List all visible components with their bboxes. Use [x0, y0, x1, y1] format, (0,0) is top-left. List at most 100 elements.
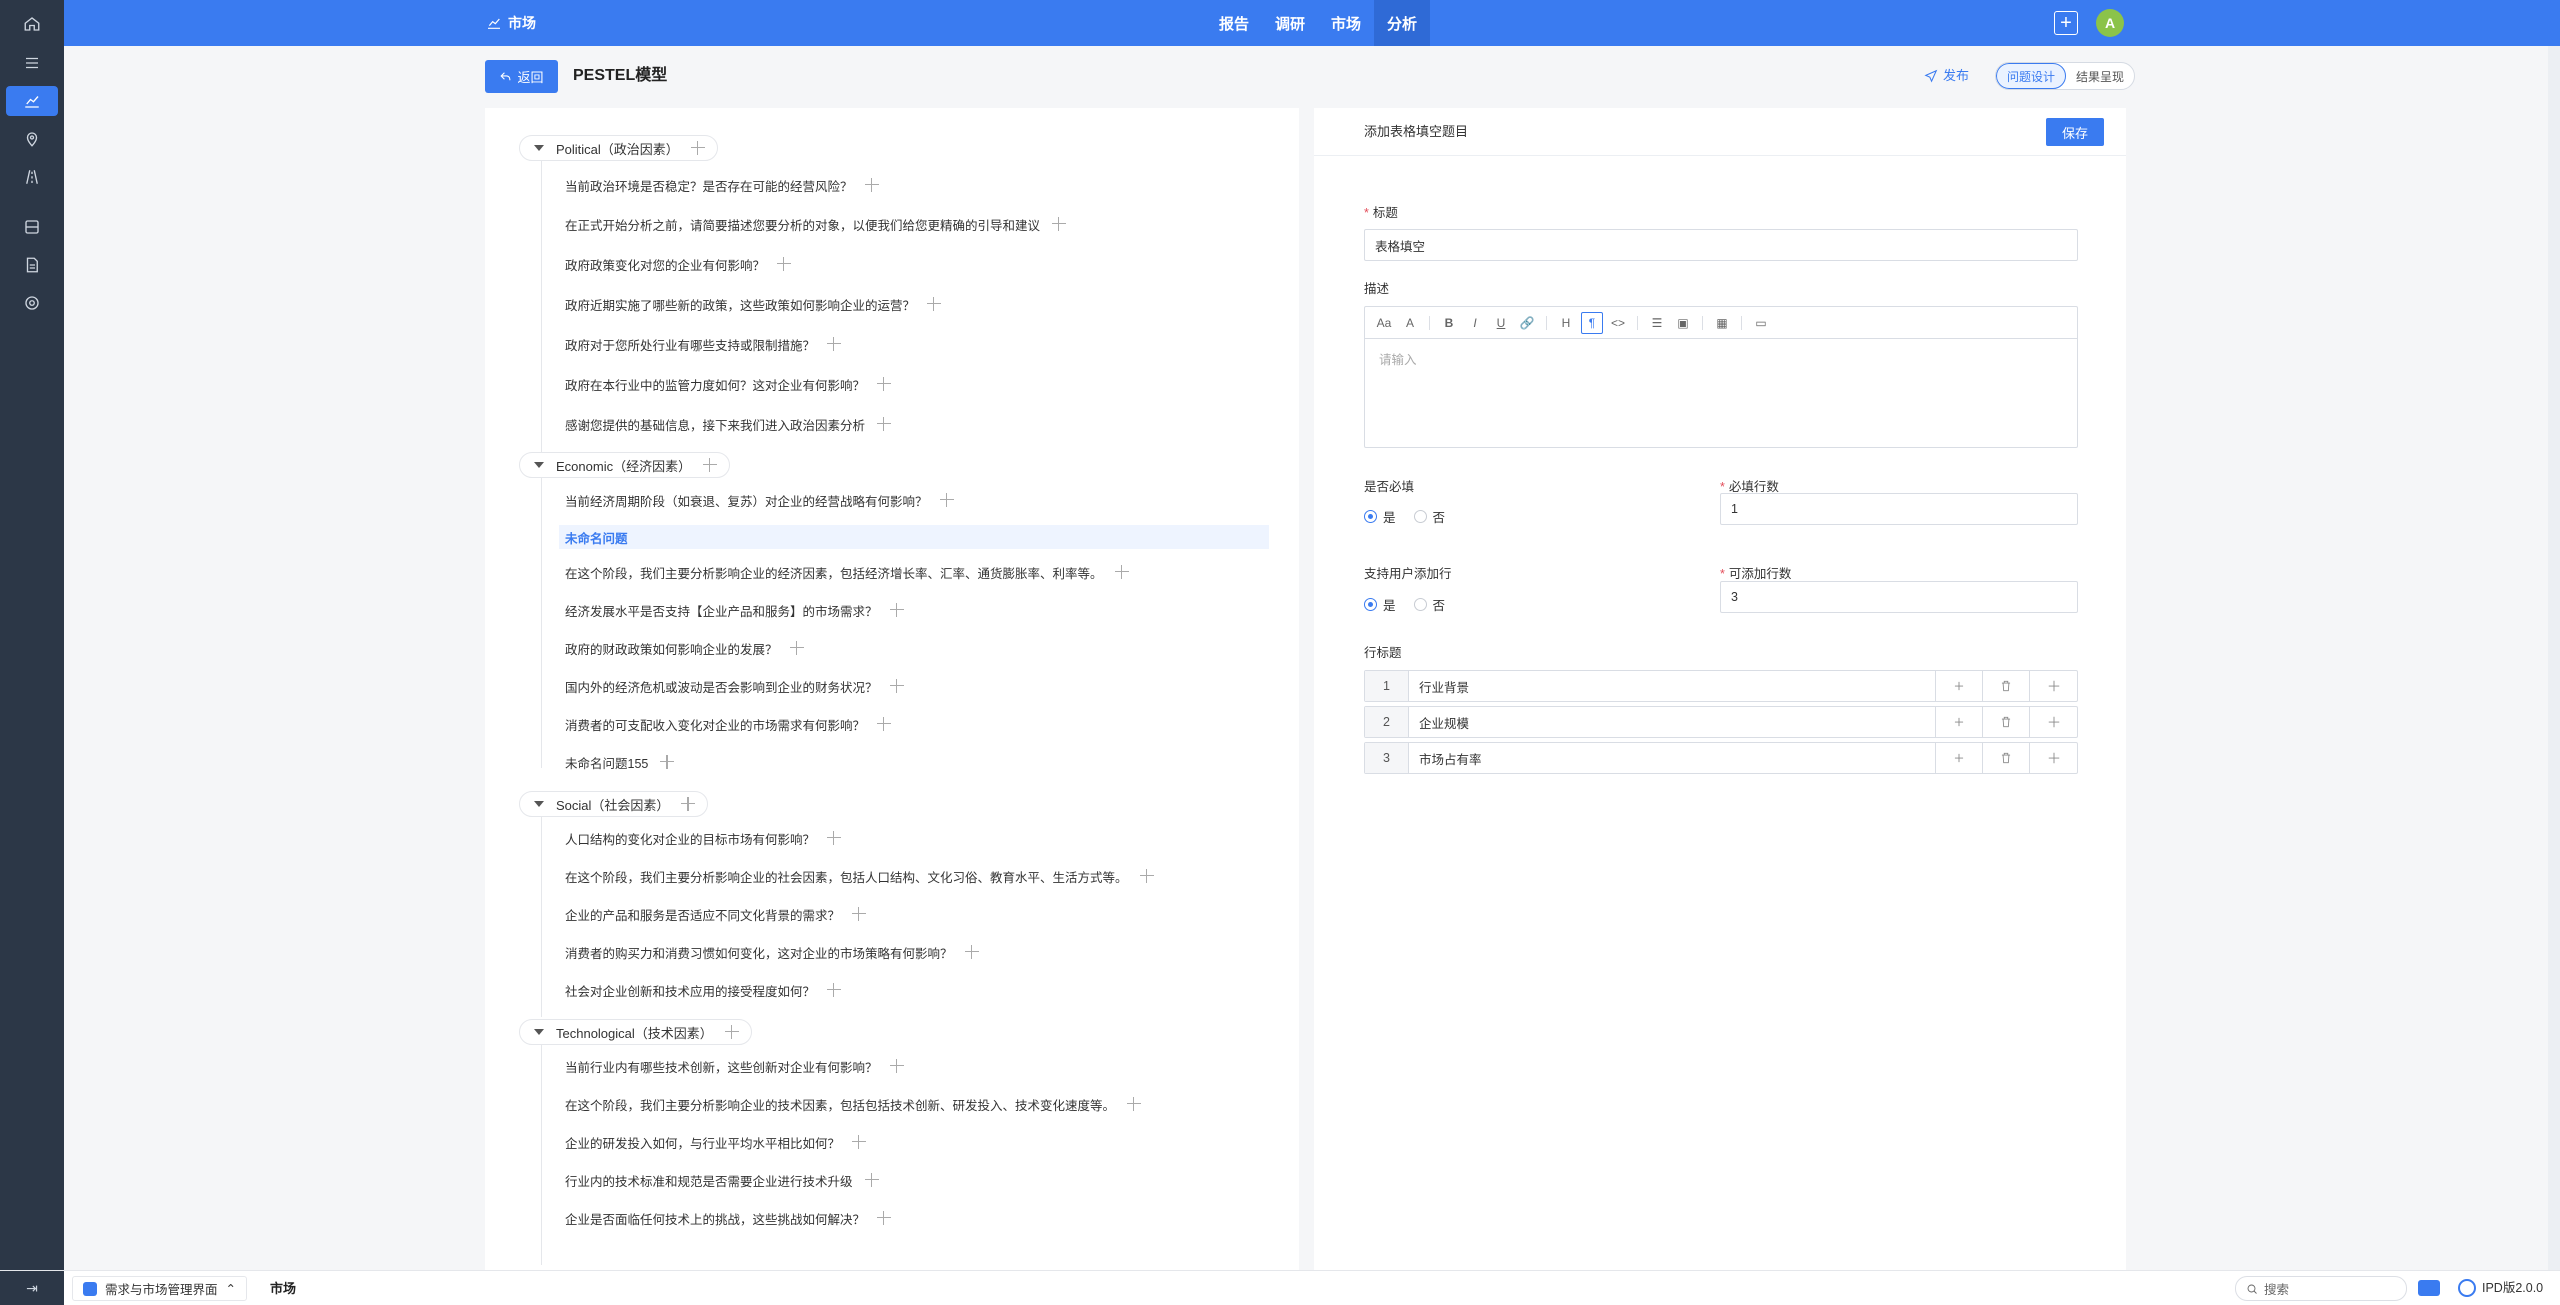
question-item[interactable]: 在这个阶段，我们主要分析影响企业的经济因素，包括经济增长率、汇率、通货膨胀率、利… [565, 561, 1129, 583]
question-item[interactable]: 政府对于您所处行业有哪些支持或限制措施？ [565, 333, 842, 355]
question-item[interactable]: 国内外的经济危机或波动是否会影响到企业的财务状况？ [565, 675, 904, 697]
row-title-input[interactable]: 企业规模 [1409, 707, 1936, 737]
italic-icon[interactable]: I [1464, 312, 1486, 334]
question-item[interactable]: 消费者的可支配收入变化对企业的市场需求有何影响？ [565, 713, 892, 735]
database-icon[interactable] [6, 212, 58, 242]
drag-handle-icon[interactable] [1114, 565, 1129, 579]
question-item[interactable]: 消费者的购买力和消费习惯如何变化，这对企业的市场策略有何影响？ [565, 941, 979, 963]
question-item[interactable]: 政府的财政政策如何影响企业的发展？ [565, 637, 804, 659]
row-title-input[interactable]: 行业背景 [1409, 671, 1936, 701]
drag-row-handle[interactable] [2030, 671, 2077, 701]
drag-handle-icon[interactable] [724, 1025, 739, 1039]
delete-row-button[interactable] [1983, 671, 2030, 701]
tab-question-design[interactable]: 问题设计 [1996, 63, 2067, 89]
caret-down-icon[interactable] [534, 145, 544, 151]
nav-analysis[interactable]: 分析 [1374, 0, 1431, 46]
menu-icon[interactable] [6, 48, 58, 78]
nav-report[interactable]: 报告 [1206, 0, 1262, 46]
drag-handle-icon[interactable] [864, 178, 879, 192]
question-item[interactable]: 感谢您提供的基础信息，接下来我们进入政治因素分析 [565, 413, 892, 435]
caret-down-icon[interactable] [534, 462, 544, 468]
drag-handle-icon[interactable] [789, 641, 804, 655]
chat-icon[interactable] [2418, 1280, 2440, 1296]
table-icon[interactable]: ▦ [1711, 312, 1733, 334]
drag-handle-icon[interactable] [1127, 1097, 1142, 1111]
bold-icon[interactable]: B [1438, 312, 1460, 334]
allow-add-yes-radio[interactable]: 是 [1364, 595, 1396, 614]
required-no-radio[interactable]: 否 [1413, 507, 1445, 526]
add-row-button[interactable] [1936, 707, 1983, 737]
font-color-icon[interactable]: A [1399, 312, 1421, 334]
question-item[interactable]: 在这个阶段，我们主要分析影响企业的社会因素，包括人口结构、文化习俗、教育水平、生… [565, 865, 1154, 887]
drag-handle-icon[interactable] [690, 141, 705, 155]
drag-handle-icon[interactable] [703, 458, 718, 472]
group-economic[interactable]: Economic（经济因素） [519, 452, 731, 478]
settings-icon[interactable] [6, 288, 58, 318]
nav-market[interactable]: 市场 [1318, 0, 1374, 46]
block-icon[interactable]: ▭ [1750, 312, 1772, 334]
delete-row-button[interactable] [1983, 707, 2030, 737]
question-item[interactable]: 在正式开始分析之前，请简要描述您要分析的对象，以便我们给您更精确的引导和建议 [565, 213, 1067, 235]
group-political[interactable]: Political（政治因素） [519, 135, 718, 161]
question-item[interactable]: 当前行业内有哪些技术创新，这些创新对企业有何影响？ [565, 1055, 904, 1077]
code-icon[interactable]: <> [1607, 312, 1629, 334]
drag-handle-icon[interactable] [1139, 869, 1154, 883]
drag-handle-icon[interactable] [889, 679, 904, 693]
save-button[interactable]: 保存 [2046, 118, 2104, 146]
question-item[interactable]: 政府政策变化对您的企业有何影响？ [565, 253, 792, 275]
drag-handle-icon[interactable] [660, 755, 675, 769]
question-item[interactable]: 在这个阶段，我们主要分析影响企业的技术因素，包括包括技术创新、研发投入、技术变化… [565, 1093, 1142, 1115]
question-item[interactable]: 企业是否面临任何技术上的挑战，这些挑战如何解决？ [565, 1207, 892, 1229]
allow-add-no-radio[interactable]: 否 [1413, 595, 1445, 614]
font-size-icon[interactable]: Aa [1373, 312, 1395, 334]
drag-row-handle[interactable] [2030, 707, 2077, 737]
delete-row-button[interactable] [1983, 743, 2030, 773]
caret-down-icon[interactable] [534, 801, 544, 807]
drag-handle-icon[interactable] [827, 337, 842, 351]
drag-handle-icon[interactable] [877, 717, 892, 731]
title-input[interactable]: 表格填空 [1364, 229, 2078, 261]
drag-handle-icon[interactable] [964, 945, 979, 959]
group-social[interactable]: Social（社会因素） [519, 791, 709, 817]
drag-handle-icon[interactable] [939, 493, 954, 507]
analytics-icon[interactable] [6, 86, 58, 116]
image-icon[interactable]: ▣ [1672, 312, 1694, 334]
question-item[interactable]: 当前经济周期阶段（如衰退、复苏）对企业的经营战略有何影响？ [565, 489, 954, 511]
drag-row-handle[interactable] [2030, 743, 2077, 773]
add-row-button[interactable] [1936, 671, 1983, 701]
question-item[interactable]: 社会对企业创新和技术应用的接受程度如何？ [565, 979, 842, 1001]
page-scrollbar[interactable] [2548, 46, 2560, 1270]
app-switcher[interactable]: 需求与市场管理界面 ⌃ [72, 1276, 247, 1301]
addable-rows-input[interactable]: 3 [1720, 581, 2078, 613]
question-item[interactable]: 行业内的技术标准和规范是否需要企业进行技术升级 [565, 1169, 879, 1191]
drag-handle-icon[interactable] [889, 1059, 904, 1073]
drag-handle-icon[interactable] [681, 797, 696, 811]
drag-handle-icon[interactable] [889, 603, 904, 617]
drag-handle-icon[interactable] [852, 907, 867, 921]
location-pin-icon[interactable] [6, 124, 58, 154]
drag-handle-icon[interactable] [827, 831, 842, 845]
brand[interactable]: 市场 [486, 0, 536, 46]
group-technological[interactable]: Technological（技术因素） [519, 1019, 752, 1045]
drag-handle-icon[interactable] [864, 1173, 879, 1187]
link-icon[interactable]: 🔗 [1516, 312, 1538, 334]
question-item[interactable]: 经济发展水平是否支持【企业产品和服务】的市场需求？ [565, 599, 904, 621]
question-item[interactable]: 未命名问题155 [565, 751, 675, 773]
road-icon[interactable] [6, 162, 58, 192]
question-item-selected[interactable]: 未命名问题 [559, 525, 1269, 549]
tab-result-display[interactable]: 结果呈现 [2066, 63, 2134, 89]
editor-content[interactable]: 请输入 [1365, 339, 2077, 378]
row-title-input[interactable]: 市场占有率 [1409, 743, 1936, 773]
question-item[interactable]: 当前政治环境是否稳定？是否存在可能的经营风险？ [565, 174, 879, 196]
drag-handle-icon[interactable] [827, 983, 842, 997]
drag-handle-icon[interactable] [1052, 217, 1067, 231]
nav-research[interactable]: 调研 [1262, 0, 1318, 46]
required-yes-radio[interactable]: 是 [1364, 507, 1396, 526]
publish-button[interactable]: 发布 [1924, 64, 1969, 88]
add-button[interactable]: + [2054, 11, 2078, 35]
document-icon[interactable] [6, 250, 58, 280]
drag-handle-icon[interactable] [877, 1211, 892, 1225]
required-rows-input[interactable]: 1 [1720, 493, 2078, 525]
drag-handle-icon[interactable] [877, 377, 892, 391]
caret-down-icon[interactable] [534, 1029, 544, 1035]
